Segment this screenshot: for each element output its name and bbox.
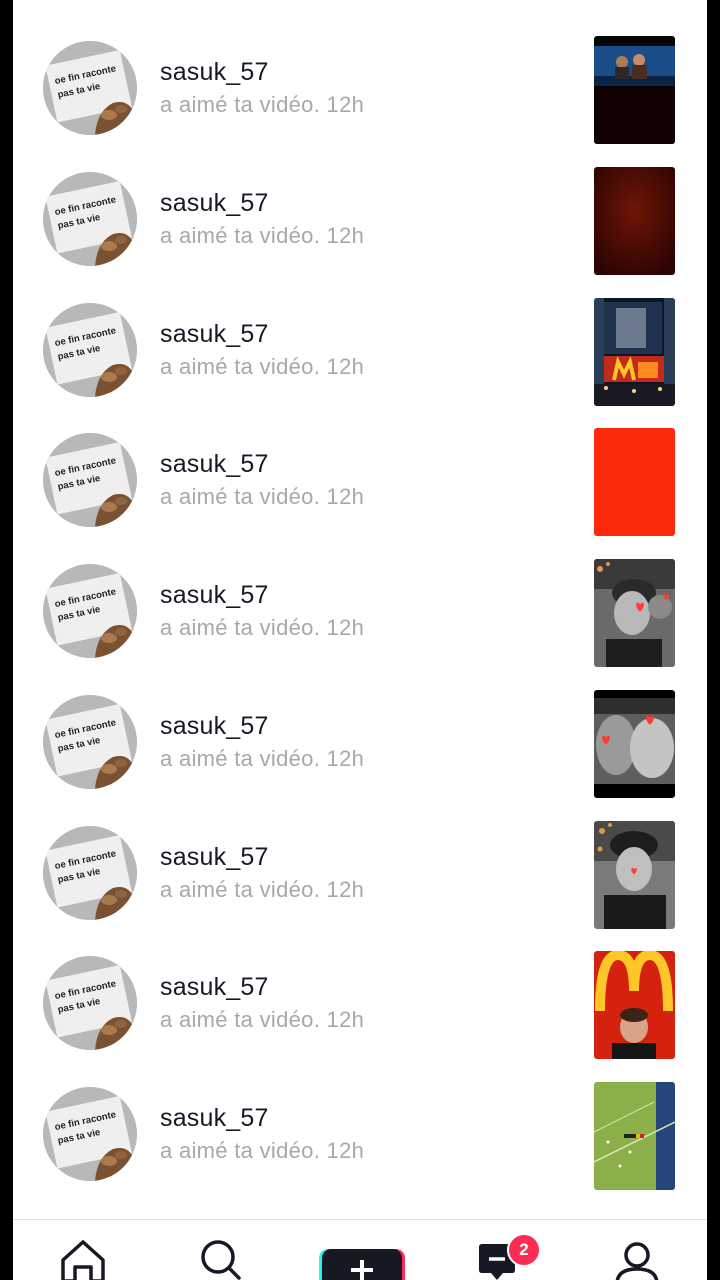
notification-row[interactable]: oe fin raconte pas ta vie sasuk_57a aimé t… — [13, 392, 707, 536]
username[interactable]: sasuk_57 — [160, 58, 269, 87]
timestamp: 12h — [326, 1138, 365, 1163]
username[interactable]: sasuk_57 — [160, 581, 269, 610]
nav-search[interactable] — [197, 1220, 245, 1280]
action-text: a aimé ta vidéo. — [160, 615, 321, 640]
avatar[interactable]: oe fin raconte pas ta vie — [43, 433, 137, 527]
action-text: a aimé ta vidéo. — [160, 223, 321, 248]
video-thumbnail[interactable] — [594, 559, 675, 667]
nav-profile[interactable] — [613, 1220, 661, 1280]
username[interactable]: sasuk_57 — [160, 712, 269, 741]
bottom-nav: 2 — [13, 1219, 707, 1280]
avatar[interactable]: oe fin raconte pas ta vie — [43, 41, 137, 135]
home-icon — [61, 1240, 105, 1280]
avatar[interactable]: oe fin raconte pas ta vie — [43, 303, 137, 397]
nav-home[interactable] — [57, 1220, 109, 1280]
timestamp: 12h — [326, 615, 365, 640]
avatar[interactable]: oe fin raconte pas ta vie — [43, 1087, 137, 1181]
notification-text: a aimé ta vidéo. 12h — [160, 1138, 364, 1164]
username[interactable]: sasuk_57 — [160, 189, 269, 218]
timestamp: 12h — [326, 877, 365, 902]
action-text: a aimé ta vidéo. — [160, 354, 321, 379]
action-text: a aimé ta vidéo. — [160, 1138, 321, 1163]
timestamp: 12h — [326, 1007, 365, 1032]
video-thumbnail[interactable] — [594, 428, 675, 536]
video-thumbnail[interactable] — [594, 36, 675, 144]
action-text: a aimé ta vidéo. — [160, 1007, 321, 1032]
notification-row[interactable]: oe fin raconte pas ta vie sasuk_57a aimé t… — [13, 523, 707, 667]
inbox-badge: 2 — [507, 1233, 541, 1267]
avatar[interactable]: oe fin raconte pas ta vie — [43, 956, 137, 1050]
avatar[interactable]: oe fin raconte pas ta vie — [43, 172, 137, 266]
video-thumbnail[interactable] — [594, 1082, 675, 1190]
notification-text: a aimé ta vidéo. 12h — [160, 615, 364, 641]
notification-row[interactable]: oe fin raconte pas ta vie sasuk_57a aimé t… — [13, 1046, 707, 1190]
action-text: a aimé ta vidéo. — [160, 877, 321, 902]
video-thumbnail[interactable] — [594, 167, 675, 275]
username[interactable]: sasuk_57 — [160, 450, 269, 479]
notification-row[interactable]: oe fin raconte pas ta vie sasuk_57a aimé t… — [13, 785, 707, 929]
action-text: a aimé ta vidéo. — [160, 92, 321, 117]
avatar[interactable]: oe fin raconte pas ta vie — [43, 826, 137, 920]
notification-row[interactable]: oe fin raconte pas ta vie sasuk_57a aimé t… — [13, 915, 707, 1059]
username[interactable]: sasuk_57 — [160, 843, 269, 872]
video-thumbnail[interactable] — [594, 690, 675, 798]
profile-icon — [615, 1242, 659, 1280]
avatar[interactable]: oe fin raconte pas ta vie — [43, 564, 137, 658]
notification-text: a aimé ta vidéo. 12h — [160, 354, 364, 380]
avatar[interactable]: oe fin raconte pas ta vie — [43, 695, 137, 789]
notification-text: a aimé ta vidéo. 12h — [160, 223, 364, 249]
notification-row[interactable]: oe fin raconte pas ta vie sasuk_57a aimé t… — [13, 131, 707, 275]
video-thumbnail[interactable] — [594, 951, 675, 1059]
timestamp: 12h — [326, 223, 365, 248]
video-thumbnail[interactable] — [594, 298, 675, 406]
action-text: a aimé ta vidéo. — [160, 746, 321, 771]
nav-create[interactable] — [317, 1220, 405, 1280]
timestamp: 12h — [326, 354, 365, 379]
notification-row[interactable]: oe fin raconte pas ta vie sasuk_57a aimé t… — [13, 0, 707, 144]
username[interactable]: sasuk_57 — [160, 1104, 269, 1133]
notification-text: a aimé ta vidéo. 12h — [160, 877, 364, 903]
notification-row[interactable]: oe fin raconte pas ta vie sasuk_57a aimé t… — [13, 262, 707, 406]
search-icon — [201, 1240, 241, 1280]
notifications-screen: oe fin raconte pas ta vie sasuk_57 a aimé t… — [13, 0, 707, 1280]
notification-text: a aimé ta vidéo. 12h — [160, 484, 364, 510]
timestamp: 12h — [326, 746, 365, 771]
timestamp: 12h — [326, 484, 365, 509]
notification-text: a aimé ta vidéo. 12h — [160, 92, 364, 118]
notification-text: a aimé ta vidéo. 12h — [160, 1007, 364, 1033]
notification-row[interactable]: oe fin raconte pas ta vie sasuk_57a aimé t… — [13, 654, 707, 798]
video-thumbnail[interactable] — [594, 821, 675, 929]
create-icon — [319, 1249, 405, 1280]
action-text: a aimé ta vidéo. — [160, 484, 321, 509]
username[interactable]: sasuk_57 — [160, 320, 269, 349]
username[interactable]: sasuk_57 — [160, 973, 269, 1002]
timestamp: 12h — [326, 92, 365, 117]
notification-text: a aimé ta vidéo. 12h — [160, 746, 364, 772]
